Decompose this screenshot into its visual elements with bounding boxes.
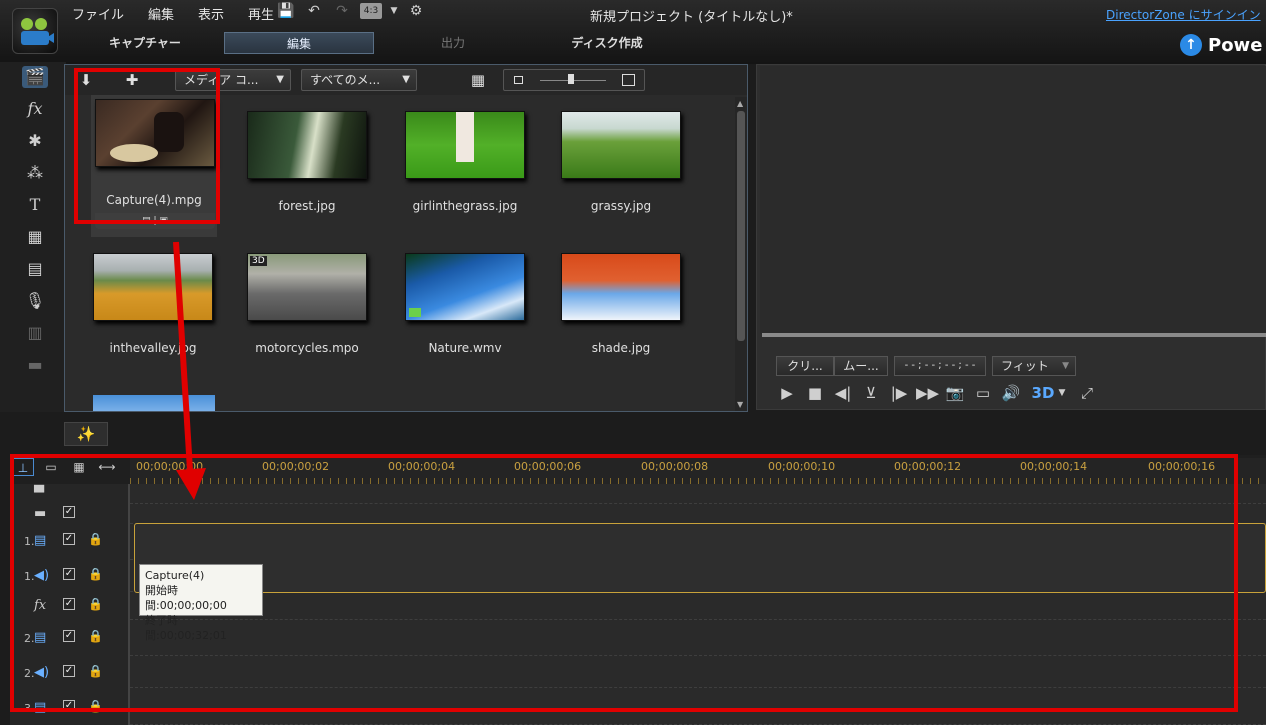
library-item-partial[interactable] bbox=[93, 395, 215, 411]
scroll-up-icon[interactable]: ▲ bbox=[737, 99, 743, 108]
library-item-label: Nature.wmv bbox=[428, 341, 502, 355]
thumbnail-image bbox=[405, 111, 525, 179]
previous-frame-icon[interactable]: ◀| bbox=[832, 384, 854, 402]
timecode-field[interactable]: - - ; - - ; - - ; - - bbox=[894, 356, 986, 376]
powerdirector-window: ファイル 編集 表示 再生 💾 ↶ ↷ 4:3 ▼ ⚙ 新規プロジェクト (タイ… bbox=[0, 0, 1266, 725]
dropdown-caret-icon[interactable]: ▼ bbox=[390, 3, 398, 19]
menu-file[interactable]: ファイル bbox=[72, 4, 124, 23]
thumbnail-size-slider[interactable] bbox=[503, 69, 645, 91]
tab-disc-creation[interactable]: ディスク作成 bbox=[532, 32, 682, 54]
menu-bar: ファイル 編集 表示 再生 bbox=[72, 4, 274, 23]
window-title: 新規プロジェクト (タイトルなし)* bbox=[590, 10, 793, 25]
output-device-icon[interactable]: ▭ bbox=[972, 384, 994, 402]
subtitle-room-icon[interactable]: ▬ bbox=[22, 354, 48, 376]
play-icon[interactable]: ▶ bbox=[776, 384, 798, 402]
tab-capture[interactable]: キャプチャー bbox=[70, 32, 220, 54]
directorzone-signin-link[interactable]: DirectorZone にサインイン bbox=[1106, 6, 1261, 23]
tab-output[interactable]: 出力 bbox=[378, 32, 528, 54]
save-icon[interactable]: 💾 bbox=[276, 3, 296, 19]
movie-mode-button[interactable]: ムー... bbox=[834, 356, 888, 376]
zoom-fit-dropdown[interactable]: フィット ▼ bbox=[992, 356, 1076, 376]
upgrade-icon[interactable]: ↑ bbox=[1180, 34, 1202, 56]
library-item-inthevalley[interactable]: inthevalley.jpg bbox=[83, 249, 223, 379]
gear-icon[interactable]: ⚙ bbox=[406, 3, 426, 19]
app-logo-icon bbox=[12, 8, 58, 54]
thumbnail-image bbox=[247, 111, 367, 179]
chevron-down-icon: ▼ bbox=[1062, 361, 1069, 371]
menu-view[interactable]: 表示 bbox=[198, 4, 224, 23]
transition-room-icon[interactable]: ▦ bbox=[22, 226, 48, 248]
library-item-forest[interactable]: forest.jpg bbox=[237, 107, 377, 237]
menu-play[interactable]: 再生 bbox=[248, 4, 274, 23]
voice-over-icon[interactable]: 🎙 bbox=[22, 290, 48, 312]
split-icon[interactable]: ⊻ bbox=[860, 384, 882, 402]
library-item-label: grassy.jpg bbox=[590, 199, 652, 213]
audio-mixing-room-icon[interactable]: ▤ bbox=[22, 258, 48, 280]
room-toolbar: 🎬 fx ✱ ⁂ T ▦ ▤ 🎙 ▥ ▬ bbox=[0, 62, 66, 412]
thumbnail-image bbox=[561, 111, 681, 179]
scroll-thumb[interactable] bbox=[737, 111, 745, 341]
brand: ↑ Powe bbox=[1180, 34, 1262, 56]
undock-preview-icon[interactable]: ⤢ bbox=[1076, 384, 1098, 402]
library-item-label: motorcycles.mpo bbox=[255, 341, 359, 355]
tab-edit[interactable]: 編集 bbox=[224, 32, 374, 54]
title-room-icon[interactable]: T bbox=[22, 194, 48, 216]
brand-name: Powe bbox=[1208, 34, 1263, 56]
chevron-down-icon[interactable]: ▼ bbox=[1056, 384, 1068, 402]
thumbnail-image bbox=[405, 253, 525, 321]
library-item-label: shade.jpg bbox=[591, 341, 651, 355]
library-item-grassy[interactable]: grassy.jpg bbox=[551, 107, 691, 237]
mode-tabs: キャプチャー 編集 出力 ディスク作成 bbox=[70, 32, 686, 54]
library-item-nature[interactable]: Nature.wmv bbox=[395, 249, 535, 379]
menu-edit[interactable]: 編集 bbox=[148, 4, 174, 23]
chapter-room-icon[interactable]: ▥ bbox=[22, 322, 48, 344]
fast-forward-icon[interactable]: ▶▶ bbox=[916, 384, 939, 402]
highlight-box-thumbnail bbox=[74, 68, 220, 224]
grid-view-icon[interactable]: ▦ bbox=[467, 70, 489, 90]
library-scrollbar[interactable]: ▲ ▼ bbox=[735, 97, 747, 411]
media-type-dropdown[interactable]: すべてのメ... ▼ bbox=[301, 69, 417, 91]
thumbnail-image bbox=[93, 253, 213, 321]
chevron-down-icon: ▼ bbox=[276, 74, 284, 85]
video-badge-icon bbox=[409, 308, 421, 317]
preview-seekbar[interactable] bbox=[762, 333, 1266, 337]
media-room-icon[interactable]: 🎬 bbox=[22, 66, 48, 88]
thumbnail-image: 3D bbox=[247, 253, 367, 321]
large-thumb-icon bbox=[622, 74, 635, 86]
highlight-box-timeline bbox=[10, 454, 1238, 712]
library-item-label: inthevalley.jpg bbox=[109, 341, 197, 355]
undo-icon[interactable]: ↶ bbox=[304, 3, 324, 19]
zoom-fit-label: フィット bbox=[1001, 359, 1049, 373]
snapshot-camera-icon[interactable]: 📷 bbox=[944, 384, 966, 402]
library-item-girlinthegrass[interactable]: girlinthegrass.jpg bbox=[395, 107, 535, 237]
redo-icon[interactable]: ↷ bbox=[332, 3, 352, 19]
chevron-down-icon: ▼ bbox=[402, 74, 410, 85]
volume-icon[interactable]: 🔊 bbox=[1000, 384, 1022, 402]
slider-knob[interactable] bbox=[568, 74, 574, 84]
library-item-label: girlinthegrass.jpg bbox=[412, 199, 518, 213]
clip-mode-button[interactable]: クリ... bbox=[776, 356, 834, 376]
preview-screen bbox=[760, 66, 1266, 334]
library-item-label: forest.jpg bbox=[278, 199, 336, 213]
scroll-down-icon[interactable]: ▼ bbox=[737, 400, 743, 409]
library-item-shade[interactable]: shade.jpg bbox=[551, 249, 691, 379]
small-thumb-icon bbox=[514, 76, 523, 84]
aspect-ratio-button[interactable]: 4:3 bbox=[360, 3, 382, 19]
3d-mode-button[interactable]: 3D bbox=[1030, 384, 1056, 402]
effects-room-icon[interactable]: fx bbox=[22, 98, 48, 120]
thumbnail-image bbox=[561, 253, 681, 321]
quick-toolbar: 💾 ↶ ↷ 4:3 ▼ ⚙ bbox=[276, 3, 426, 19]
3d-badge: 3D bbox=[250, 256, 267, 266]
library-item-motorcycles[interactable]: 3D motorcycles.mpo bbox=[237, 249, 377, 379]
media-type-dropdown-label: すべてのメ... bbox=[310, 73, 381, 87]
stop-icon[interactable]: ■ bbox=[804, 384, 826, 402]
particle-room-icon[interactable]: ⁂ bbox=[22, 162, 48, 184]
pip-room-icon[interactable]: ✱ bbox=[22, 130, 48, 152]
magic-tools-icon[interactable]: ✨ bbox=[64, 422, 108, 446]
next-frame-icon[interactable]: |▶ bbox=[888, 384, 910, 402]
